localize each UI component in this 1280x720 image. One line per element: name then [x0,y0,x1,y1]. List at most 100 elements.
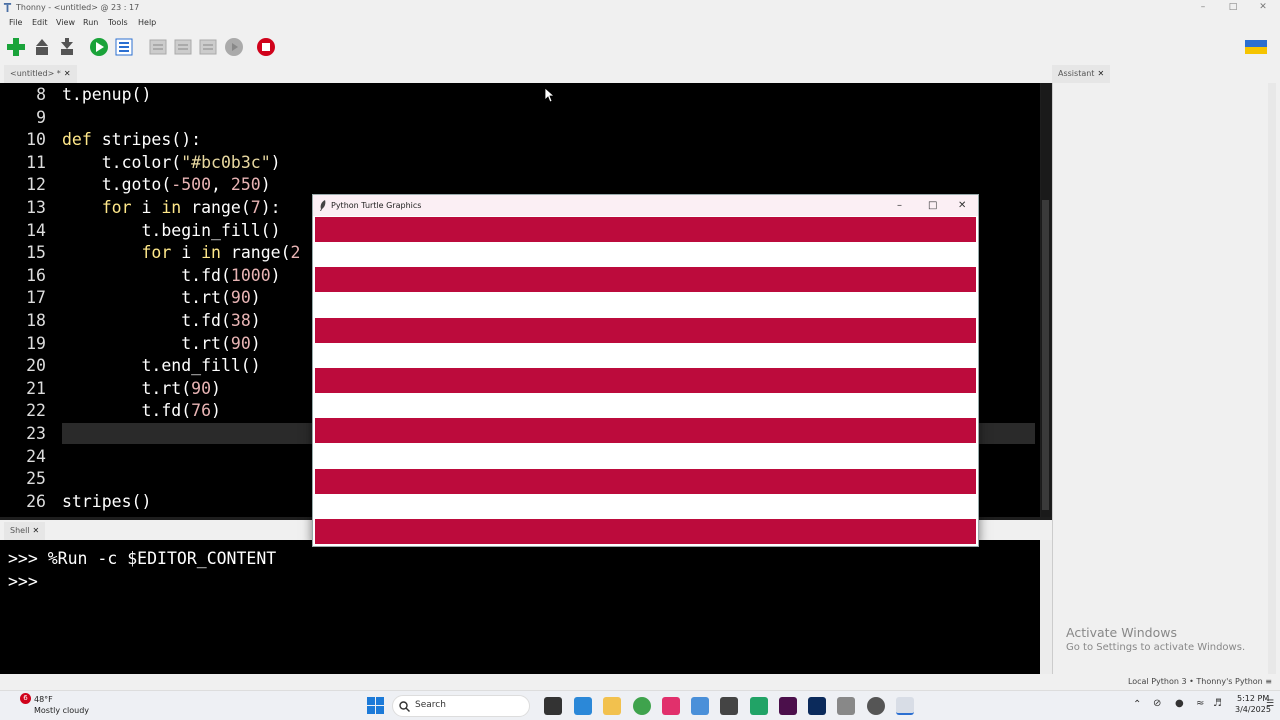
code-line[interactable]: t.end_fill() [62,356,260,375]
window-titlebar: Thonny - <untitled> @ 23 : 17 – □ ✕ [0,0,1280,15]
dreamweaver-icon[interactable] [779,697,797,715]
step-over-icon[interactable] [148,37,168,57]
microphone-icon[interactable]: ● [1175,698,1184,709]
weather-condition[interactable]: Mostly cloudy [34,706,89,715]
line-number: 15 [26,243,46,263]
line-number: 13 [26,198,46,217]
code-line[interactable]: t.rt(90) [62,334,261,353]
turtle-stripe [315,518,976,544]
turtle-titlebar[interactable]: Python Turtle Graphics – □ ✕ [313,195,978,216]
shell-prompt: >>> [8,572,38,591]
menu-edit[interactable]: Edit [32,18,48,27]
thonny-taskbar-icon[interactable] [896,697,914,715]
editor-scrollbar-thumb[interactable] [1042,200,1049,510]
photoshop-icon[interactable] [808,697,826,715]
close-tab-icon[interactable]: ✕ [64,69,71,78]
new-file-icon[interactable] [6,37,26,57]
settings-gear-icon[interactable] [691,697,709,715]
tab-assistant-label: Assistant [1058,69,1095,78]
code-line[interactable]: t.begin_fill() [62,221,280,240]
tab-untitled[interactable]: <untitled> * ✕ [4,65,77,83]
task-view-icon[interactable] [544,697,562,715]
chevron-up-icon[interactable]: ⌃ [1133,699,1141,710]
resume-icon[interactable] [224,37,244,57]
instagram-icon[interactable] [662,697,680,715]
activate-title: Activate Windows [1066,625,1177,640]
menu-help[interactable]: Help [138,18,156,27]
weather-temp[interactable]: 48°F [34,695,53,704]
menu-bar: File Edit View Run Tools Help [0,15,1280,31]
step-out-icon[interactable] [198,37,218,57]
code-line[interactable]: for i in range(7): [62,198,281,217]
step-into-icon[interactable] [173,37,193,57]
code-line[interactable]: t.rt(90) [62,288,261,307]
menu-file[interactable]: File [9,18,22,27]
menu-tools[interactable]: Tools [108,18,128,27]
code-line[interactable]: for i in range(2 [62,243,300,262]
network-off-icon[interactable]: ⊘ [1153,698,1161,709]
wifi-icon[interactable]: ≈ [1196,698,1204,709]
close-shell-icon[interactable]: ✕ [33,526,40,535]
line-number: 14 [26,220,46,240]
line-number: 12 [26,175,46,195]
open-file-icon[interactable] [32,37,52,57]
assistant-panel [1052,83,1280,676]
tab-shell[interactable]: Shell ✕ [4,522,46,540]
line-number: 16 [26,265,46,285]
save-file-icon[interactable] [57,37,77,57]
shell-prompt: >>> [8,549,38,568]
close-button[interactable]: ✕ [1248,0,1278,15]
turtle-graphics-window[interactable]: Python Turtle Graphics – □ ✕ [312,194,979,547]
activate-windows-watermark: Activate Windows Go to Settings to activ… [1066,625,1245,653]
code-line[interactable]: t.rt(90) [62,379,220,398]
taskbar-search-box[interactable]: Search [392,695,530,717]
chrome-icon[interactable] [633,697,651,715]
interpreter-status[interactable]: Local Python 3 • Thonny's Python ≡ [1128,677,1272,686]
minimize-button[interactable]: – [1188,0,1218,15]
calculator-icon[interactable] [837,697,855,715]
toolbar [0,31,1280,63]
code-line[interactable]: t.penup() [62,85,151,104]
turtle-canvas[interactable] [315,217,976,545]
assistant-tab-strip: Assistant ✕ [1052,63,1280,83]
code-line[interactable]: t.fd(76) [62,401,220,420]
shell-scrollbar[interactable] [1040,540,1052,674]
windows-start-icon[interactable] [367,697,384,714]
notification-icon[interactable]: ☰ [1266,699,1274,709]
code-line[interactable]: t.goto(-500, 250) [62,175,271,194]
line-number: 8 [36,85,46,104]
turtle-stripe [315,418,976,444]
line-number: 9 [36,107,46,127]
turtle-maximize-button[interactable]: □ [928,195,937,216]
volume-icon[interactable]: ♬ [1213,698,1222,709]
close-assistant-icon[interactable]: ✕ [1097,69,1104,78]
assistant-scrollbar[interactable] [1268,83,1276,676]
code-line[interactable]: def stripes(): [62,130,201,149]
menu-run[interactable]: Run [83,18,98,27]
excel-icon[interactable] [750,697,768,715]
stop-icon[interactable] [256,37,276,57]
line-number: 25 [26,469,46,489]
line-number: 21 [26,378,46,398]
turtle-minimize-button[interactable]: – [897,195,902,216]
file-explorer-icon[interactable] [603,697,621,715]
app-badge-icon[interactable] [867,697,885,715]
code-line[interactable]: stripes() [62,492,151,511]
shell-console[interactable]: >>> %Run -c $EDITOR_CONTENT >>> [0,540,1040,674]
thonny-app-icon [3,3,12,12]
edge-icon[interactable] [574,697,592,715]
line-number: 22 [26,401,46,421]
debug-icon[interactable] [114,37,134,57]
code-line[interactable]: t.color("#bc0b3c") [62,153,281,172]
app-icon[interactable] [720,697,738,715]
run-icon[interactable] [89,37,109,57]
turtle-stripe [315,217,976,242]
code-line[interactable]: t.fd(38) [62,311,261,330]
tab-assistant[interactable]: Assistant ✕ [1052,65,1111,83]
menu-view[interactable]: View [56,18,75,27]
maximize-button[interactable]: □ [1218,0,1248,15]
status-bar: Local Python 3 • Thonny's Python ≡ [0,674,1280,690]
code-line[interactable]: t.fd(1000) [62,266,280,285]
clock-time[interactable]: 5:12 PM [1237,694,1269,703]
turtle-close-button[interactable]: ✕ [958,195,966,216]
